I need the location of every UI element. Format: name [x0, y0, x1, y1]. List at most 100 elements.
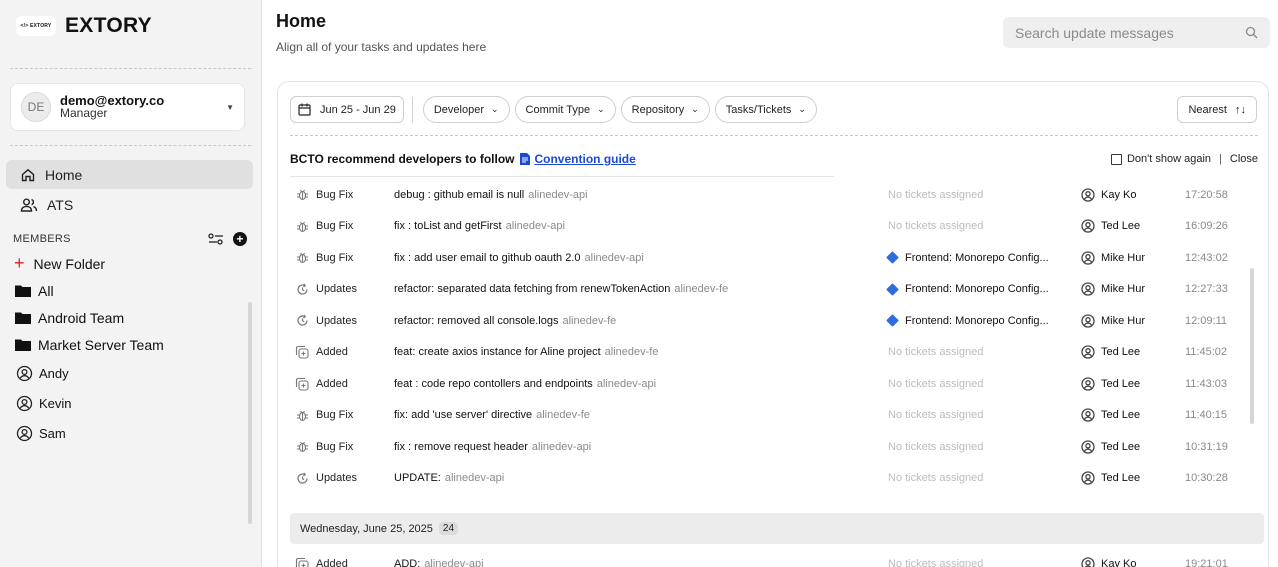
user-avatar-icon	[1081, 408, 1095, 422]
repo-name: alinedev-api	[528, 188, 588, 201]
commit-type-label: Updates	[316, 314, 357, 327]
divider	[290, 176, 834, 177]
folder-item-android-team[interactable]: Android Team	[0, 304, 261, 331]
updates-panel: Jun 25 - Jun 29 Developer ⌄ Commit Type ⌄ …	[277, 81, 1269, 567]
ticket-cell: No tickets assigned	[888, 409, 983, 421]
divider	[10, 68, 251, 69]
ticket-diamond-icon	[886, 251, 899, 265]
separator: |	[1219, 153, 1222, 165]
recommendation-actions: Don't show again | Close	[1110, 153, 1258, 165]
folder-item-all[interactable]: All	[0, 277, 261, 304]
author-name: Ted Lee	[1101, 220, 1141, 233]
ticket-cell[interactable]: Frontend: Monorepo Config...	[886, 251, 1049, 265]
update-row[interactable]: Bug Fix fix : remove request header alined…	[278, 431, 1268, 463]
filter-tasks-tickets[interactable]: Tasks/Tickets ⌄	[714, 96, 817, 123]
divider	[10, 145, 251, 146]
commit-message: UPDATE: alinedev-api	[394, 472, 504, 484]
repo-name: alinedev-api	[596, 377, 657, 390]
date-range-picker[interactable]: Jun 25 - Jun 29	[290, 96, 404, 123]
filter-repository[interactable]: Repository ⌄	[620, 96, 710, 123]
update-row[interactable]: Bug Fix fix : add user email to github oa…	[278, 242, 1268, 274]
bug-icon	[294, 440, 310, 453]
commit-message: fix : remove request header alinedev-api	[394, 441, 591, 453]
author: Ted Lee	[1081, 440, 1140, 454]
brand[interactable]: </> EXTORY EXTORY	[0, 0, 261, 52]
sort-button[interactable]: Nearest ↑↓	[1177, 96, 1257, 123]
commit-message-text: refactor: removed all console.logs	[394, 314, 559, 327]
author-name: Ted Lee	[1101, 346, 1141, 359]
author-name: Ted Lee	[1101, 440, 1141, 453]
search-input[interactable]	[1015, 24, 1215, 41]
folder-item-market-server-team[interactable]: Market Server Team	[0, 331, 261, 358]
sidebar-scrollbar[interactable]	[248, 302, 252, 524]
commit-message: debug : github email is null alinedev-api	[394, 189, 588, 201]
author: Ted Lee	[1081, 219, 1140, 233]
user-avatar-icon	[1081, 440, 1095, 454]
commit-type: Added	[294, 345, 348, 359]
ticket-cell[interactable]: Frontend: Monorepo Config...	[886, 282, 1049, 296]
filter-toggle-icon[interactable]	[208, 233, 224, 245]
search-icon[interactable]	[1245, 26, 1258, 39]
filter-commit-type[interactable]: Commit Type ⌄	[514, 96, 616, 123]
commit-type-label: Bug Fix	[316, 251, 354, 264]
date-range-label: Jun 25 - Jun 29	[320, 103, 396, 116]
chevron-down-icon: ⌄	[597, 104, 605, 114]
repo-name: alinedev-api	[584, 251, 644, 264]
add-member-icon[interactable]: +	[233, 232, 247, 246]
ticket-cell: No tickets assigned	[888, 472, 983, 484]
close-button[interactable]: Close	[1230, 153, 1258, 165]
nav-item-home[interactable]: Home	[6, 160, 253, 189]
convention-guide-link[interactable]: Convention guide	[534, 152, 635, 166]
folder-icon	[14, 338, 32, 352]
app-root: </> EXTORY EXTORY DE demo@extory.co Mana…	[0, 0, 1278, 567]
page-title: Home	[276, 11, 327, 31]
update-row[interactable]: Added ADD: alinedev-api No tickets assigned…	[278, 548, 1268, 567]
commit-type-label: Updates	[316, 472, 357, 485]
author-name: Mike Hur	[1101, 314, 1146, 327]
main-content: Home Align all of your tasks and updates…	[262, 0, 1278, 567]
dont-show-checkbox[interactable]	[1110, 153, 1122, 165]
filter-developer[interactable]: Developer ⌄	[422, 96, 510, 123]
author-name: Kay Ko	[1101, 188, 1137, 201]
nav-item-ats[interactable]: ATS	[6, 190, 253, 219]
commit-message: fix : add user email to github oauth 2.0…	[394, 252, 644, 264]
commit-time: 19:21:01	[1185, 557, 1228, 567]
search-box[interactable]	[1003, 17, 1270, 48]
nav-item-label: Home	[45, 166, 83, 183]
update-row[interactable]: Bug Fix fix: add 'use server' directive al…	[278, 400, 1268, 432]
update-row[interactable]: Added feat : code repo contollers and end…	[278, 368, 1268, 400]
ticket-cell: No tickets assigned	[888, 378, 983, 390]
member-item-sam[interactable]: Sam	[0, 418, 261, 448]
repo-name: alinedev-api	[531, 440, 592, 453]
author-name: Ted Lee	[1101, 377, 1141, 390]
date-group-header[interactable]: Wednesday, June 25, 2025 24	[290, 513, 1264, 544]
repo-name: alinedev-api	[424, 557, 484, 567]
member-item-andy[interactable]: Andy	[0, 358, 261, 388]
main-scrollbar[interactable]	[1250, 268, 1254, 424]
dont-show-label[interactable]: Don't show again	[1127, 153, 1211, 165]
author-name: Ted Lee	[1101, 409, 1141, 422]
repo-name: alinedev-api	[444, 472, 505, 485]
update-row[interactable]: Updates refactor: removed all console.log…	[278, 305, 1268, 337]
filter-label: Tasks/Tickets	[725, 103, 792, 116]
commit-time: 17:20:58	[1185, 188, 1228, 201]
update-row[interactable]: Bug Fix debug : github email is null aline…	[278, 179, 1268, 211]
filter-label: Commit Type	[525, 103, 591, 116]
user-switcher[interactable]: DE demo@extory.co Manager ▼	[10, 83, 245, 131]
add-copy-icon	[294, 377, 310, 391]
author: Ted Lee	[1081, 377, 1140, 391]
ticket-cell[interactable]: Frontend: Monorepo Config...	[886, 314, 1049, 328]
member-item-kevin[interactable]: Kevin	[0, 388, 261, 418]
date-group-label: Wednesday, June 25, 2025	[300, 522, 433, 535]
members-heading: MEMBERS	[13, 233, 71, 245]
new-folder-button[interactable]: + New Folder	[0, 250, 261, 277]
ticket-cell: No tickets assigned	[888, 189, 983, 201]
refresh-icon	[294, 472, 310, 485]
nav-item-label: ATS	[47, 196, 74, 213]
update-row[interactable]: Bug Fix fix : toList and getFirst alinedev…	[278, 211, 1268, 243]
update-row[interactable]: Updates refactor: separated data fetching…	[278, 274, 1268, 306]
bug-icon	[294, 251, 310, 264]
ticket-label: Frontend: Monorepo Config...	[905, 314, 1049, 327]
update-row[interactable]: Updates UPDATE: alinedev-api No tickets ass…	[278, 463, 1268, 495]
update-row[interactable]: Added feat: create axios instance for Ali…	[278, 337, 1268, 369]
